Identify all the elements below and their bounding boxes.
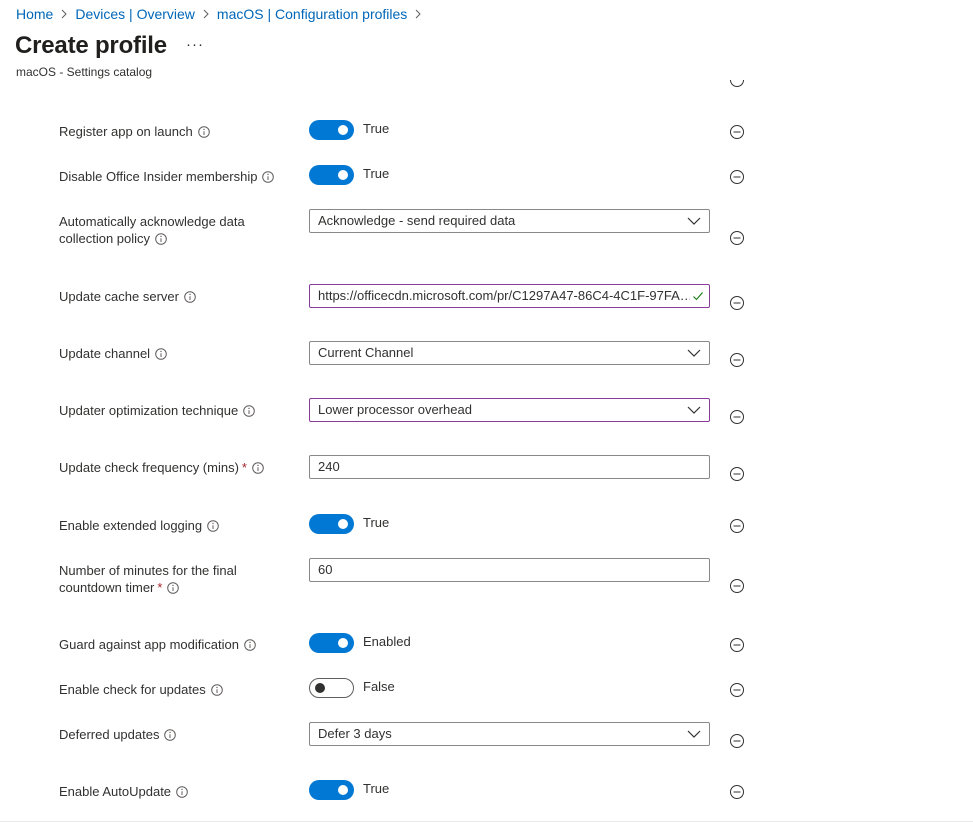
- setting-label: Update channel: [59, 345, 299, 362]
- checkmark-icon: [693, 292, 703, 301]
- setting-label-text: Update channel: [59, 346, 151, 361]
- info-icon[interactable]: [167, 582, 180, 594]
- setting-label-text: Register app on launch: [59, 124, 193, 139]
- setting-label: Disable Office Insider membership: [59, 168, 299, 185]
- disable-office-insider-toggle[interactable]: [309, 165, 354, 185]
- info-icon[interactable]: [155, 233, 167, 245]
- update-cache-server-input[interactable]: https://officecdn.microsoft.com/pr/C1297…: [309, 284, 710, 308]
- guard-app-modification-toggle[interactable]: [309, 633, 354, 653]
- info-icon[interactable]: [184, 291, 196, 303]
- setting-label-text: Enable AutoUpdate: [59, 784, 172, 799]
- setting-label: Register app on launch: [59, 123, 299, 140]
- dropdown-value: Lower processor overhead: [318, 402, 472, 417]
- dropdown-value: Defer 3 days: [318, 726, 392, 741]
- setting-label-text: Guard against app modification: [59, 637, 239, 652]
- minus-circle-icon[interactable]: [729, 784, 745, 800]
- update-channel-dropdown[interactable]: Current Channel: [309, 341, 710, 365]
- minus-circle-icon: [729, 80, 745, 88]
- minus-circle-icon[interactable]: [729, 466, 745, 482]
- info-icon[interactable]: [176, 786, 188, 798]
- minus-circle-icon[interactable]: [729, 124, 745, 140]
- minus-circle-icon[interactable]: [729, 682, 745, 698]
- setting-label-text: Updater optimization technique: [59, 403, 239, 418]
- minus-circle-icon[interactable]: [729, 409, 745, 425]
- page-title: Create profile: [15, 32, 167, 59]
- info-icon[interactable]: [207, 520, 219, 532]
- minus-circle-icon[interactable]: [729, 295, 745, 311]
- setting-label: Enable extended logging: [59, 517, 299, 534]
- input-value: https://officecdn.microsoft.com/pr/C1297…: [318, 288, 690, 303]
- chevron-right-icon: [53, 5, 75, 23]
- acknowledge-data-dropdown[interactable]: Acknowledge - send required data: [309, 209, 710, 233]
- setting-label: Enable AutoUpdate: [59, 783, 299, 800]
- final-countdown-timer-input[interactable]: 60: [309, 558, 710, 582]
- chevron-down-icon: [687, 217, 701, 225]
- minus-circle-icon[interactable]: [729, 352, 745, 368]
- divider: [0, 821, 973, 822]
- chevron-down-icon: [687, 730, 701, 738]
- enable-autoupdate-toggle[interactable]: [309, 780, 354, 800]
- setting-label: Update check frequency (mins) *: [59, 459, 299, 476]
- update-check-frequency-input[interactable]: 240: [309, 455, 710, 479]
- breadcrumb-devices-overview[interactable]: Devices | Overview: [75, 6, 195, 22]
- check-for-updates-toggle[interactable]: [309, 678, 354, 698]
- updater-optimization-dropdown[interactable]: Lower processor overhead: [309, 398, 710, 422]
- extended-logging-toggle[interactable]: [309, 514, 354, 534]
- minus-circle-icon[interactable]: [729, 578, 745, 594]
- setting-label-text: Update check frequency (mins): [59, 460, 239, 475]
- toggle-value-text: True: [363, 781, 390, 796]
- info-icon[interactable]: [210, 684, 223, 696]
- setting-label: Updater optimization technique: [59, 402, 299, 419]
- breadcrumb: Home Devices | Overview macOS | Configur…: [16, 5, 429, 23]
- info-icon[interactable]: [252, 462, 264, 474]
- chevron-right-icon: [195, 5, 217, 23]
- minus-circle-icon[interactable]: [729, 518, 745, 534]
- setting-label-text: countdown timer: [59, 580, 155, 595]
- setting-label: Automatically acknowledge data collection…: [59, 213, 299, 247]
- info-icon[interactable]: [155, 348, 167, 360]
- setting-label-text: Deferred updates: [59, 727, 160, 742]
- chevron-down-icon: [687, 406, 701, 414]
- dropdown-value: Acknowledge - send required data: [318, 213, 516, 228]
- required-marker: *: [241, 460, 247, 475]
- setting-label-text: Enable check for updates: [59, 682, 206, 697]
- toggle-value-text: Enabled: [363, 634, 411, 649]
- setting-label-text: Automatically acknowledge data: [59, 214, 245, 229]
- info-icon[interactable]: [164, 729, 177, 741]
- chevron-down-icon: [687, 349, 701, 357]
- minus-circle-icon[interactable]: [729, 230, 745, 246]
- setting-label: Enable check for updates: [59, 681, 299, 698]
- minus-circle-icon[interactable]: [729, 169, 745, 185]
- toggle-value-text: True: [363, 166, 390, 181]
- setting-label-text: Disable Office Insider membership: [59, 169, 258, 184]
- more-options-button[interactable]: ···: [186, 36, 204, 53]
- register-app-on-launch-toggle[interactable]: [309, 120, 354, 140]
- input-value: 60: [318, 562, 333, 577]
- setting-label-text: Update cache server: [59, 289, 179, 304]
- breadcrumb-home[interactable]: Home: [16, 6, 53, 22]
- info-icon[interactable]: [197, 126, 210, 138]
- breadcrumb-macos-configuration-profiles[interactable]: macOS | Configuration profiles: [217, 6, 407, 22]
- setting-label-text: collection policy: [59, 231, 151, 246]
- dropdown-value: Current Channel: [318, 345, 414, 360]
- info-icon[interactable]: [244, 639, 256, 651]
- setting-label: Deferred updates: [59, 726, 299, 743]
- setting-label: Update cache server: [59, 288, 299, 305]
- setting-label: Number of minutes for the final countdown…: [59, 562, 299, 596]
- required-marker: *: [157, 580, 163, 595]
- info-icon[interactable]: [262, 171, 275, 183]
- toggle-value-text: True: [363, 515, 390, 530]
- deferred-updates-dropdown[interactable]: Defer 3 days: [309, 722, 710, 746]
- setting-label-text: Enable extended logging: [59, 518, 203, 533]
- minus-circle-icon[interactable]: [729, 637, 745, 653]
- input-value: 240: [318, 459, 340, 474]
- info-icon[interactable]: [243, 405, 256, 417]
- minus-circle-icon[interactable]: [729, 733, 745, 749]
- setting-label: Guard against app modification: [59, 636, 299, 653]
- setting-label-text: Number of minutes for the final: [59, 563, 237, 578]
- chevron-right-icon: [407, 5, 429, 23]
- toggle-value-text: True: [363, 121, 390, 136]
- toggle-value-text: False: [363, 679, 395, 694]
- page-subtitle: macOS - Settings catalog: [16, 65, 153, 79]
